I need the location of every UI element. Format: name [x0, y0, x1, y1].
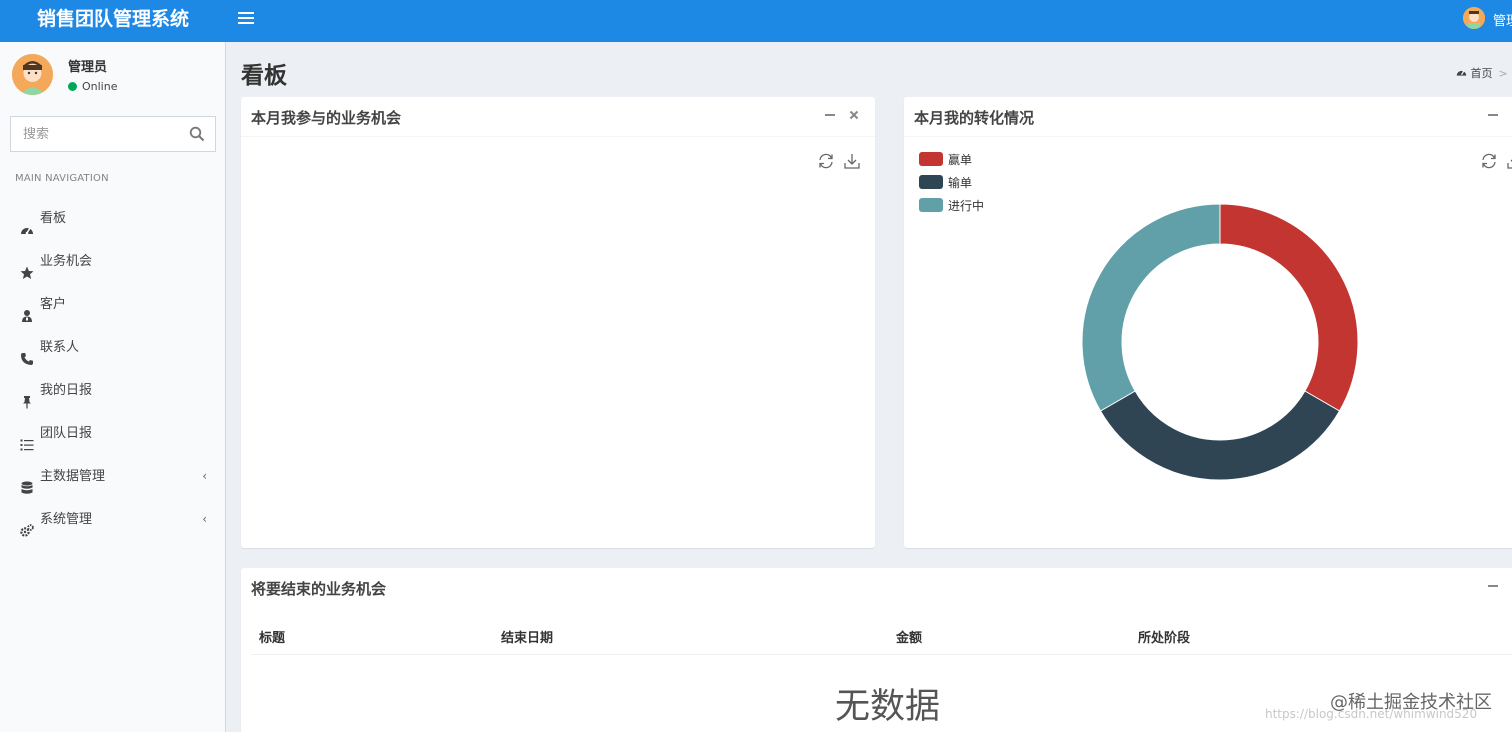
- online-dot-icon: [68, 82, 77, 91]
- donut-slice-lost[interactable]: [1099, 390, 1341, 481]
- dashboard-icon: [1456, 70, 1467, 76]
- legend-label: 输单: [948, 176, 973, 190]
- search-input[interactable]: [11, 117, 171, 151]
- legend-item-won[interactable]: 赢单: [919, 151, 984, 174]
- refresh-icon[interactable]: [1480, 152, 1498, 170]
- panel-title: 将要结束的业务机会: [251, 580, 387, 598]
- legend-swatch: [919, 152, 943, 166]
- gears-icon: [20, 513, 34, 537]
- sidebar-item-label: 主数据管理: [40, 469, 106, 484]
- status-indicator: Online: [68, 80, 117, 93]
- app-logo[interactable]: 销售团队管理系统: [0, 0, 226, 42]
- sidebar-item-label: 看板: [40, 211, 67, 226]
- chart-legend: 赢单 输单 进行中: [919, 151, 984, 220]
- breadcrumb-home-link[interactable]: 首页: [1471, 67, 1493, 80]
- top-navbar: 销售团队管理系统 管理员: [0, 0, 1512, 42]
- list-icon: [20, 427, 34, 451]
- collapse-button[interactable]: [1486, 108, 1500, 122]
- sidebar-item-team-daily-report[interactable]: 团队日报: [0, 412, 225, 455]
- legend-label: 进行中: [948, 199, 985, 213]
- donut-slice-won[interactable]: [1219, 203, 1359, 412]
- download-icon[interactable]: [1506, 152, 1512, 170]
- sidebar-item-contacts[interactable]: 联系人: [0, 326, 225, 369]
- donut-slice-in-progress[interactable]: [1081, 203, 1221, 412]
- dashboard-icon: [20, 212, 34, 235]
- opportunities-panel: 本月我参与的业务机会: [241, 97, 875, 548]
- collapse-button[interactable]: [823, 108, 837, 122]
- nav-header: MAIN NAVIGATION: [15, 173, 109, 184]
- sidebar-item-label: 我的日报: [40, 383, 93, 398]
- sidebar-toggle-icon[interactable]: [238, 9, 254, 29]
- page-title: 看板: [241, 63, 287, 89]
- star-icon: [20, 255, 34, 279]
- table-header: 标题 结束日期 金额 所处阶段: [251, 616, 1512, 655]
- sidebar-item-label: 团队日报: [40, 426, 93, 441]
- sidebar-item-system-management[interactable]: 系统管理 ‹: [0, 498, 225, 541]
- user-avatar: [12, 54, 53, 95]
- column-header-amount[interactable]: 金额: [896, 627, 922, 646]
- refresh-icon[interactable]: [817, 152, 835, 170]
- sidebar-user-name: 管理员: [68, 60, 108, 75]
- search-icon[interactable]: [189, 126, 205, 142]
- chevron-left-icon: ‹: [202, 512, 207, 526]
- sidebar-item-customers[interactable]: 客户: [0, 283, 225, 326]
- close-button[interactable]: [847, 108, 861, 122]
- column-header-end-date[interactable]: 结束日期: [501, 627, 553, 646]
- sidebar-search: [10, 116, 216, 152]
- panel-header: 本月我的转化情况: [904, 97, 1512, 137]
- sidebar-item-label: 系统管理: [40, 512, 93, 527]
- sidebar-item-label: 客户: [40, 297, 67, 312]
- sidebar-item-label: 业务机会: [40, 254, 93, 269]
- legend-item-lost[interactable]: 输单: [919, 174, 984, 197]
- sidebar-item-my-daily-report[interactable]: 我的日报: [0, 369, 225, 412]
- user-icon: [20, 298, 34, 322]
- empty-state-text: 无数据: [835, 687, 941, 727]
- panel-header: 将要结束的业务机会: [241, 568, 1512, 608]
- panel-title: 本月我参与的业务机会: [251, 109, 402, 127]
- column-header-stage[interactable]: 所处阶段: [1138, 627, 1190, 646]
- conversion-panel: 本月我的转化情况 赢单 输单 进行中: [904, 97, 1512, 548]
- sidebar-item-master-data[interactable]: 主数据管理 ‹: [0, 455, 225, 498]
- pin-icon: [20, 384, 34, 409]
- sidebar-item-label: 联系人: [40, 340, 80, 355]
- legend-label: 赢单: [948, 153, 973, 167]
- legend-item-in-progress[interactable]: 进行中: [919, 197, 984, 220]
- column-header-title[interactable]: 标题: [259, 627, 285, 646]
- collapse-button[interactable]: [1486, 579, 1500, 593]
- donut-chart: [1081, 203, 1359, 481]
- phone-icon: [20, 341, 34, 365]
- user-avatar[interactable]: [1463, 7, 1485, 29]
- watermark-url: https://blog.csdn.net/whimwind520: [1265, 707, 1478, 721]
- header-user-name[interactable]: 管理员: [1493, 10, 1512, 29]
- sidebar-item-opportunities[interactable]: 业务机会: [0, 240, 225, 283]
- database-icon: [20, 470, 34, 494]
- sidebar: 管理员 Online MAIN NAVIGATION 看板 业务机会 客户: [0, 42, 226, 732]
- download-icon[interactable]: [843, 152, 861, 170]
- legend-swatch: [919, 198, 943, 212]
- status-text: Online: [82, 80, 118, 93]
- sidebar-item-dashboard[interactable]: 看板: [0, 197, 225, 240]
- breadcrumb: 首页 >: [1456, 65, 1508, 81]
- chevron-left-icon: ‹: [202, 469, 207, 483]
- sidebar-menu: 看板 业务机会 客户 联系人 我的日报 团队日报 主数据管理 ‹ 系统管理 ‹: [0, 197, 225, 541]
- legend-swatch: [919, 175, 943, 189]
- breadcrumb-separator: >: [1498, 67, 1508, 80]
- panel-title: 本月我的转化情况: [914, 109, 1035, 127]
- panel-header: 本月我参与的业务机会: [241, 97, 875, 137]
